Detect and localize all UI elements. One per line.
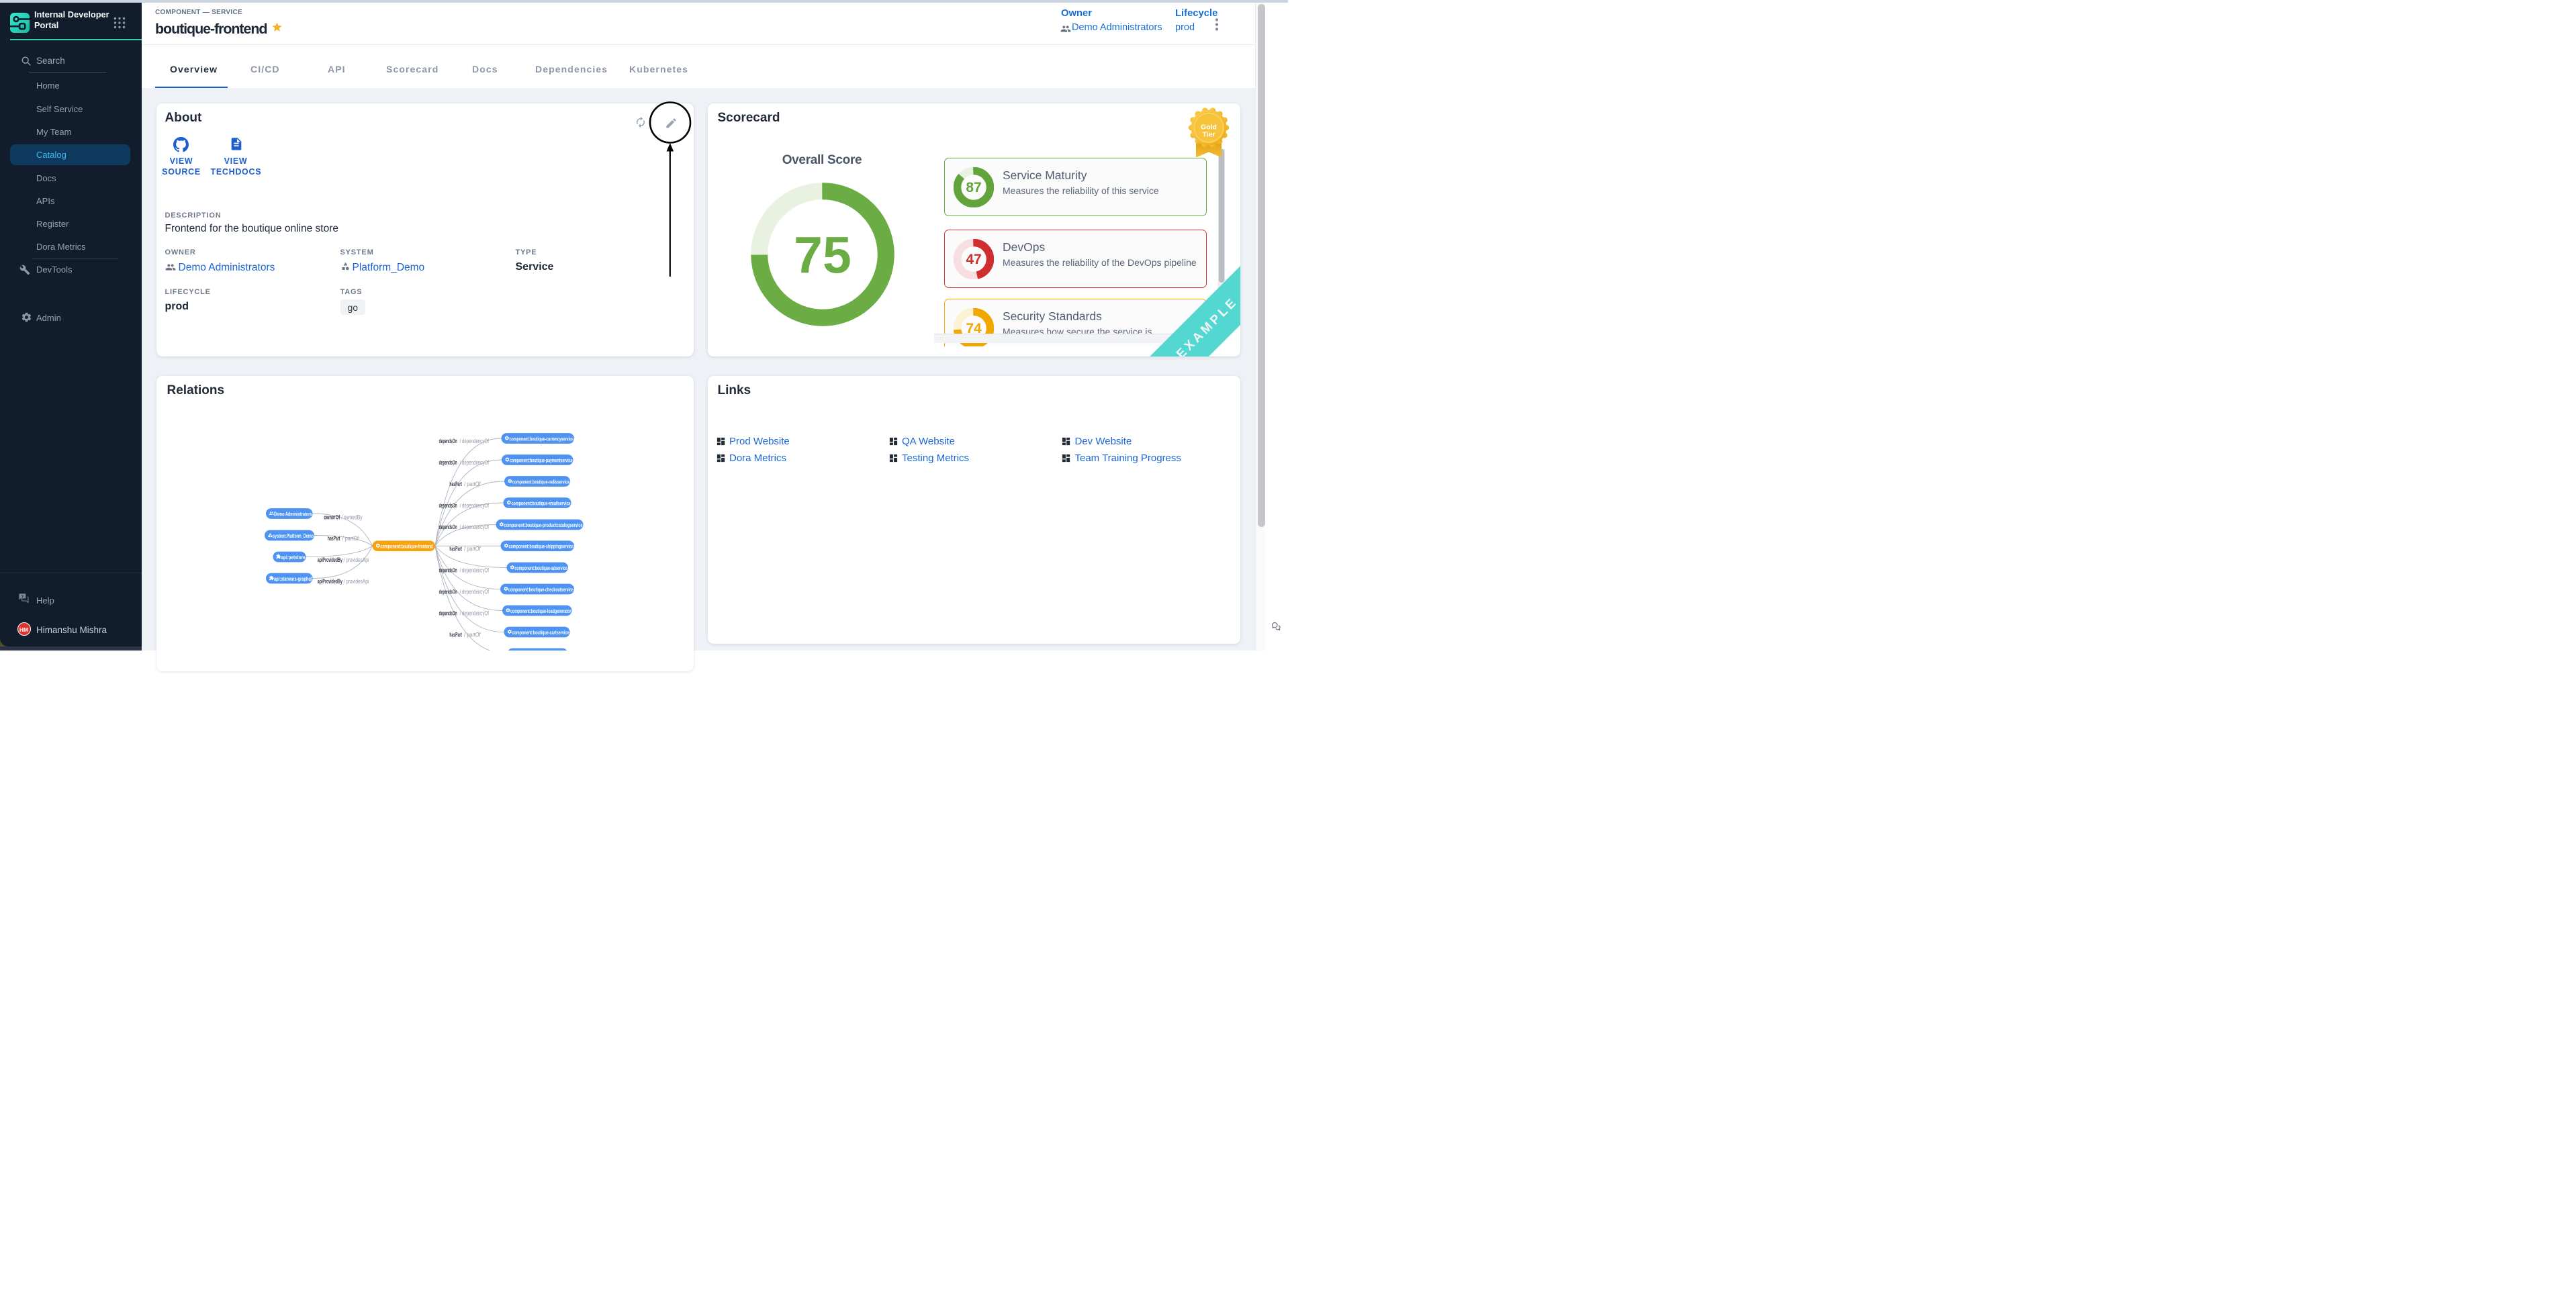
svg-text:dependsOn: dependsOn <box>439 567 457 573</box>
svg-text:component:boutique-paymentserv: component:boutique-paymentservice <box>510 456 573 463</box>
svg-text:component:boutique-currencyser: component:boutique-currencyservice <box>509 435 573 442</box>
svg-text:/ providesApi: / providesApi <box>342 578 369 585</box>
svg-text:?: ? <box>21 595 24 599</box>
svg-text:/ dependencyOf: / dependencyOf <box>458 610 488 616</box>
svg-text:/ dependencyOf: / dependencyOf <box>458 502 488 509</box>
svg-text:hasPart: hasPart <box>449 545 462 552</box>
svg-text:component:boutique-loadgenerat: component:boutique-loadgenerator <box>510 607 571 614</box>
svg-text:/ partOf: / partOf <box>463 631 481 638</box>
svg-text:system:Platform_Demo: system:Platform_Demo <box>273 532 314 538</box>
svg-text:87: 87 <box>966 180 981 195</box>
svg-text:/ partOf: / partOf <box>463 481 481 487</box>
svg-text:component:boutique-productcata: component:boutique-productcatalogservice <box>504 521 582 528</box>
svg-text:/ dependencyOf: / dependencyOf <box>458 524 488 530</box>
svg-text:apiProvidedBy: apiProvidedBy <box>317 557 342 563</box>
svg-text:75: 75 <box>794 227 852 285</box>
svg-text:/ dependencyOf: / dependencyOf <box>458 588 488 595</box>
svg-text:api:starwars-graphql: api:starwars-graphql <box>274 575 312 581</box>
svg-text:/ dependencyOf: / dependencyOf <box>458 438 488 444</box>
svg-text:/ ownedBy: / ownedBy <box>340 514 363 520</box>
svg-text:/ providesApi: / providesApi <box>342 557 369 563</box>
svg-text:Tier: Tier <box>1202 130 1215 138</box>
svg-text:component:boutique-emailservic: component:boutique-emailservice <box>511 499 570 506</box>
svg-text:component:boutique-redisservic: component:boutique-redisservice <box>512 478 569 485</box>
svg-text:component:boutique-cartservice: component:boutique-cartservice <box>512 628 569 635</box>
svg-text:ownerOf: ownerOf <box>324 514 340 520</box>
svg-text:hasPart: hasPart <box>449 481 462 487</box>
svg-text:api:petstore: api:petstore <box>281 553 305 560</box>
svg-text:dependsOn: dependsOn <box>439 502 457 509</box>
svg-text:hasPart: hasPart <box>327 535 340 542</box>
svg-text:/ partOf: / partOf <box>463 545 481 552</box>
svg-text:/ partOf: / partOf <box>340 535 359 542</box>
svg-text:component:boutique-frontend: component:boutique-frontend <box>380 542 432 549</box>
svg-text:47: 47 <box>966 252 981 267</box>
svg-text:component:boutique-checkoutser: component:boutique-checkoutservice <box>508 585 573 592</box>
svg-text:Demo Administrators: Demo Administrators <box>274 510 312 517</box>
svg-text:apiProvidedBy: apiProvidedBy <box>317 578 342 585</box>
svg-text:component:boutique-adservice: component:boutique-adservice <box>514 564 567 571</box>
svg-text:component:boutique-shippingser: component:boutique-shippingservice <box>508 542 573 549</box>
svg-text:dependsOn: dependsOn <box>439 524 457 530</box>
svg-text:dependsOn: dependsOn <box>439 438 457 444</box>
svg-text:/ dependencyOf: / dependencyOf <box>458 567 488 573</box>
svg-text:dependsOn: dependsOn <box>439 610 457 616</box>
svg-text:hasPart: hasPart <box>449 631 462 638</box>
svg-text:/ dependencyOf: / dependencyOf <box>458 459 488 466</box>
svg-text:dependsOn: dependsOn <box>439 459 457 466</box>
svg-text:dependsOn: dependsOn <box>439 588 457 595</box>
